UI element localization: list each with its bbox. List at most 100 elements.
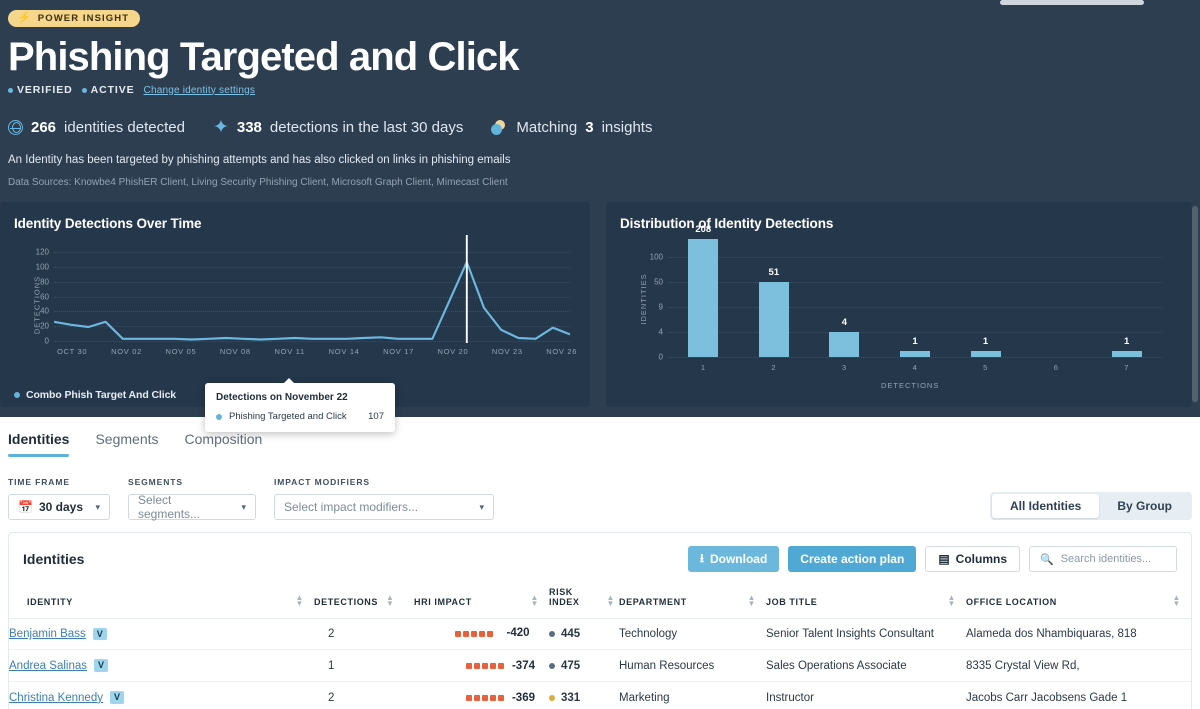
time-frame-select[interactable]: 📅 30 days ▾ (8, 494, 110, 520)
bar-value-label: 1 (912, 335, 918, 347)
cell-detections: 2 (314, 618, 414, 651)
table-row[interactable]: Benjamin Bass V 2 -420 445 Technology Senior T… (9, 618, 1191, 651)
identity-link[interactable]: Andrea Salinas (9, 660, 87, 672)
bar[interactable] (970, 350, 1001, 357)
x-axis-tick: 3 (841, 363, 847, 372)
chevron-down-icon: ▾ (479, 501, 484, 512)
cell-detections: 1 (314, 649, 414, 683)
toggle-by-group[interactable]: By Group (1099, 494, 1190, 518)
sort-icon[interactable]: ▲ ▼ (295, 593, 314, 607)
sort-icon[interactable]: ▲ ▼ (1172, 593, 1191, 607)
stat-detections-value: 338 (236, 119, 262, 136)
bar-value-label: 4 (841, 317, 848, 328)
verified-badge: V (92, 627, 107, 641)
column-header-department[interactable]: DEPARTMENT ▲ ▼ (619, 583, 766, 619)
cell-job-title: Sales Operations Associate (766, 649, 966, 683)
segments-select[interactable]: Select segments... ▾ (128, 493, 256, 521)
status-verified-label: VERIFIED (17, 84, 73, 96)
identity-link[interactable]: Benjamin Bass (9, 628, 86, 640)
hri-impact-value: -374 (511, 659, 535, 672)
tab-identities[interactable]: Identities (8, 431, 70, 457)
bar[interactable] (688, 239, 719, 357)
y-axis-tick: 40 (40, 306, 49, 316)
insights-value: 3 (585, 119, 594, 136)
sort-icon[interactable]: ▲ ▼ (386, 593, 395, 607)
time-frame-filter: TIME FRAME 📅 30 days ▾ (8, 477, 110, 520)
data-sources-text: Data Sources: Knowbe4 PhishER Client, Li… (8, 177, 508, 188)
change-identity-settings-link[interactable]: Change identity settings (144, 85, 256, 96)
search-identities-box[interactable]: 🔍 Search identities... (1029, 546, 1177, 572)
segments-placeholder: Select segments... (138, 493, 201, 521)
cell-risk-index: 475 (549, 649, 619, 683)
stat-detections-30-days: ✦ 338 detections in the last 30 days (213, 118, 463, 137)
bar[interactable] (829, 332, 860, 357)
tab-segments[interactable]: Segments (95, 431, 158, 457)
tab-composition[interactable]: Composition (185, 431, 263, 457)
x-axis-tick: 2 (771, 363, 777, 372)
table-title: Identities (23, 551, 85, 567)
risk-status-dot-icon (549, 662, 555, 669)
insights-prefix: Matching (516, 119, 578, 136)
bar-value-label: 208 (695, 224, 712, 235)
stat-detections-label: detections in the last 30 days (269, 119, 464, 136)
sort-icon[interactable]: ▲ ▼ (530, 593, 549, 607)
sort-icon[interactable]: ▲ ▼ (947, 593, 966, 607)
bar[interactable] (900, 350, 930, 357)
sparkle-icon: ✦ (212, 117, 229, 138)
status-badge-verified: VERIFIED (8, 84, 73, 96)
hri-impact-dots (465, 662, 504, 669)
globe-icon (8, 120, 23, 135)
identities-table-card: Identities ⭳ Download Create action plan… (8, 532, 1192, 709)
column-header-identity[interactable]: IDENTITY ▲ ▼ (9, 583, 314, 619)
columns-button[interactable]: ▤ Columns (925, 546, 1020, 572)
column-header-hri-impact[interactable]: HRI IMPACT ▲ ▼ (414, 583, 549, 619)
risk-index-value: 331 (561, 691, 581, 704)
table-actions: ⭳ Download Create action plan ▤ Columns … (687, 546, 1177, 572)
cell-department: Marketing (619, 681, 766, 709)
identity-link[interactable]: Christina Kennedy (9, 692, 103, 704)
x-axis-tick: NOV 26 (546, 347, 578, 356)
y-axis-tick: 50 (654, 277, 663, 287)
column-header-job-title[interactable]: JOB TITLE ▲ ▼ (766, 583, 966, 619)
cell-hri-impact: -369 (414, 681, 549, 709)
view-toggle: All Identities By Group (989, 492, 1192, 520)
x-axis-tick: NOV 08 (219, 347, 251, 356)
column-header-detections[interactable]: DETECTIONS ▲ ▼ (314, 583, 414, 619)
cell-office-location: Alameda dos Nhambiquaras, 818 (966, 618, 1191, 651)
x-axis-tick: NOV 05 (165, 347, 197, 356)
table-row[interactable]: Christina Kennedy V 2 -369 331 Marketing Instr… (9, 681, 1191, 709)
vertical-scrollbar[interactable] (1192, 206, 1198, 402)
table-header-row: IDENTITY ▲ ▼ DETECTIONS ▲ ▼ HRI IMPACT ▲ ▼ RIS… (9, 583, 1191, 619)
identities-table: IDENTITY ▲ ▼ DETECTIONS ▲ ▼ HRI IMPACT ▲ ▼ RIS… (9, 583, 1191, 709)
tooltip-row: Phishing Targeted and Click 107 (216, 411, 384, 422)
sort-icon[interactable]: ▲ ▼ (606, 593, 619, 607)
impact-modifiers-filter: IMPACT MODIFIERS Select impact modifiers… (274, 477, 494, 520)
y-axis-tick: 4 (658, 327, 663, 337)
x-axis-tick: NOV 02 (111, 347, 142, 356)
stat-identities-detected: 266 identities detected (8, 119, 185, 136)
sort-icon[interactable]: ▲ ▼ (747, 593, 766, 607)
horizontal-scrollbar[interactable] (1000, 0, 1144, 5)
column-label-job-title: JOB TITLE (766, 597, 818, 608)
x-axis-tick: 4 (912, 363, 918, 372)
column-header-risk-index[interactable]: RISK INDEX ▲ ▼ (549, 583, 619, 619)
column-label-risk-index: RISK INDEX (549, 587, 580, 608)
tooltip-title: Detections on November 22 (216, 392, 348, 403)
download-button[interactable]: ⭳ Download (687, 546, 780, 572)
toggle-all-identities[interactable]: All Identities (991, 494, 1100, 518)
x-axis-tick: NOV 14 (328, 347, 360, 356)
bar[interactable] (1111, 350, 1142, 357)
y-axis-tick: 9 (658, 302, 663, 312)
identity-detections-over-time-panel: Identity Detections Over Time DETECTIONS… (0, 202, 590, 407)
table-row[interactable]: Andrea Salinas V 1 -374 475 Human Resources Sa… (9, 649, 1191, 683)
line-chart-area: DETECTIONS 0 20 40 60 80 100 120 OCT 30 NOV 02 N… (14, 235, 578, 379)
column-label-identity: IDENTITY (27, 597, 73, 608)
create-action-plan-button[interactable]: Create action plan (788, 546, 917, 572)
cell-identity: Andrea Salinas V (9, 649, 314, 683)
risk-index-value: 445 (561, 628, 581, 641)
impact-modifiers-select[interactable]: Select impact modifiers... ▾ (274, 494, 494, 520)
page-header: ⚡ POWER INSIGHT Phishing Targeted and Cl… (0, 0, 1200, 202)
create-action-plan-label: Create action plan (800, 552, 905, 566)
column-header-office-location[interactable]: OFFICE LOCATION ▲ ▼ (966, 583, 1191, 619)
bar[interactable] (758, 281, 789, 357)
